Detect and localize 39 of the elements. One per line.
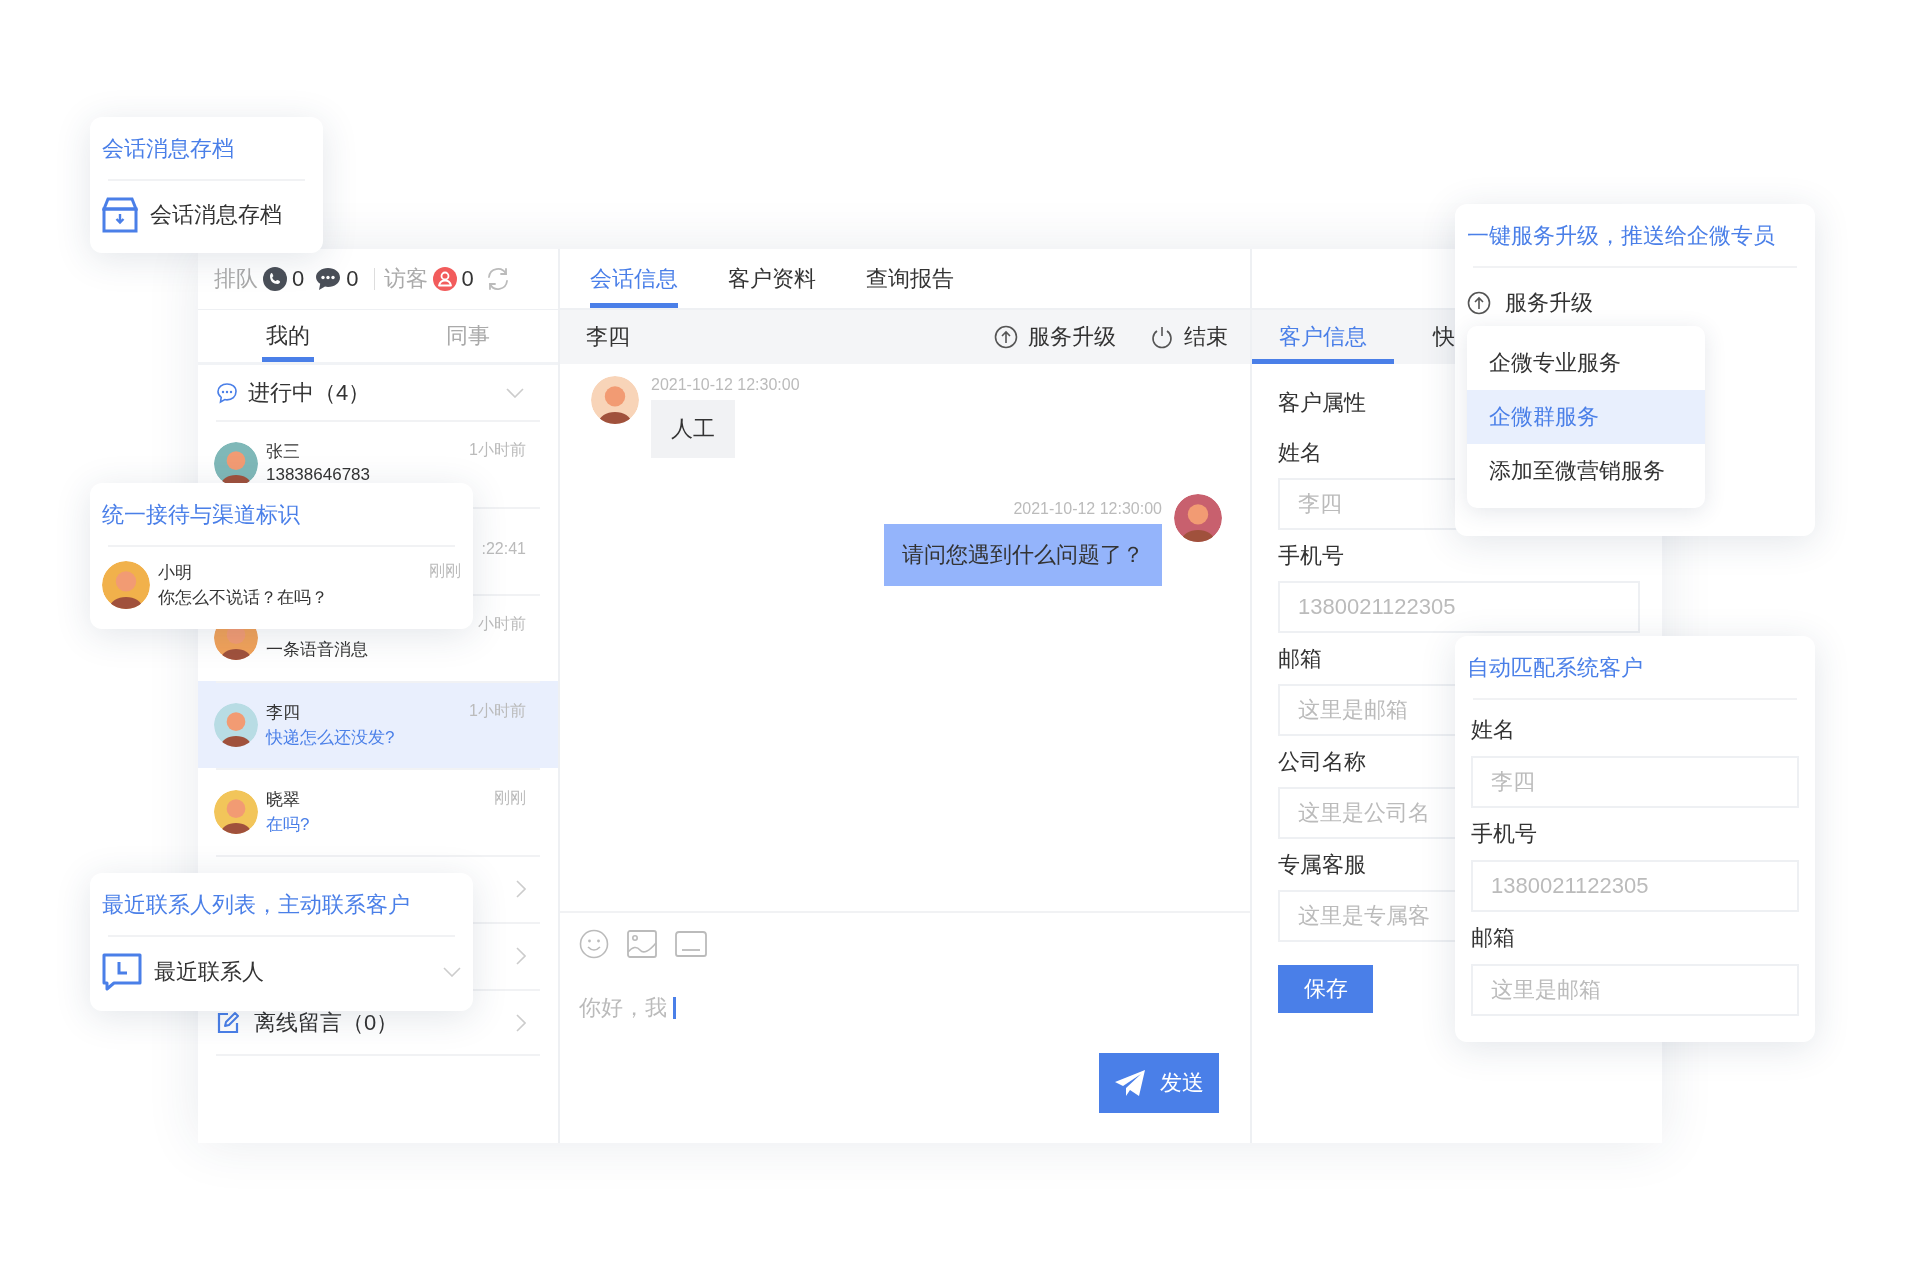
- message-preview: 一条语音消息: [266, 639, 369, 661]
- message-bubble: 请问您遇到什么问题了？: [884, 524, 1162, 586]
- timestamp: 2021-10-12 12:30:00: [1013, 500, 1162, 518]
- field-label: 姓名: [1278, 439, 1322, 467]
- timestamp: 2021-10-12 12:30:00: [651, 376, 800, 394]
- field-label: 手机号: [1278, 542, 1344, 570]
- message-preview: 你怎么不说话？在吗？: [158, 587, 329, 609]
- timestamp: 1小时前: [469, 440, 526, 460]
- card-title: 统一接待与渠道标识: [102, 501, 301, 529]
- field-label: 邮箱: [1278, 645, 1322, 673]
- phone-count: 0: [292, 266, 305, 292]
- queue-label: 排队: [214, 265, 258, 293]
- field-label: 专属客服: [1278, 851, 1366, 879]
- card-title: 最近联系人列表，主动联系客户: [102, 891, 411, 919]
- contact-name: 李四: [266, 701, 300, 724]
- section-title: 客户属性: [1278, 389, 1366, 417]
- field-label: 姓名: [1471, 716, 1515, 744]
- message-bubble: 人工: [651, 400, 735, 458]
- card-title: 一键服务升级，推送给企微专员: [1467, 222, 1776, 250]
- timestamp: 1小时前: [469, 700, 526, 721]
- contact-name: 晓翠: [266, 788, 300, 811]
- card-title: 自动匹配系统客户: [1467, 654, 1644, 682]
- timestamp: 刚刚: [429, 561, 461, 581]
- visitor-label: 访客: [383, 265, 428, 293]
- field-label: 手机号: [1471, 820, 1537, 848]
- message-preview: 在吗?: [266, 813, 311, 836]
- field-label: 公司名称: [1278, 748, 1366, 776]
- contact-name: 张三: [266, 441, 300, 463]
- contact-name: 李四: [586, 323, 630, 351]
- message-preview: 快递怎么还没发?: [266, 726, 396, 749]
- timestamp: 小时前: [478, 614, 526, 634]
- chat-count: 0: [346, 266, 359, 292]
- field-label: 邮箱: [1471, 924, 1515, 952]
- timestamp: 刚刚: [494, 787, 526, 808]
- contact-name: 小明: [158, 562, 192, 584]
- card-title: 会话消息存档: [102, 135, 235, 163]
- visitor-count: 0: [461, 266, 474, 292]
- message-preview: 13838646783: [266, 465, 371, 486]
- timestamp: :22:41: [481, 539, 526, 559]
